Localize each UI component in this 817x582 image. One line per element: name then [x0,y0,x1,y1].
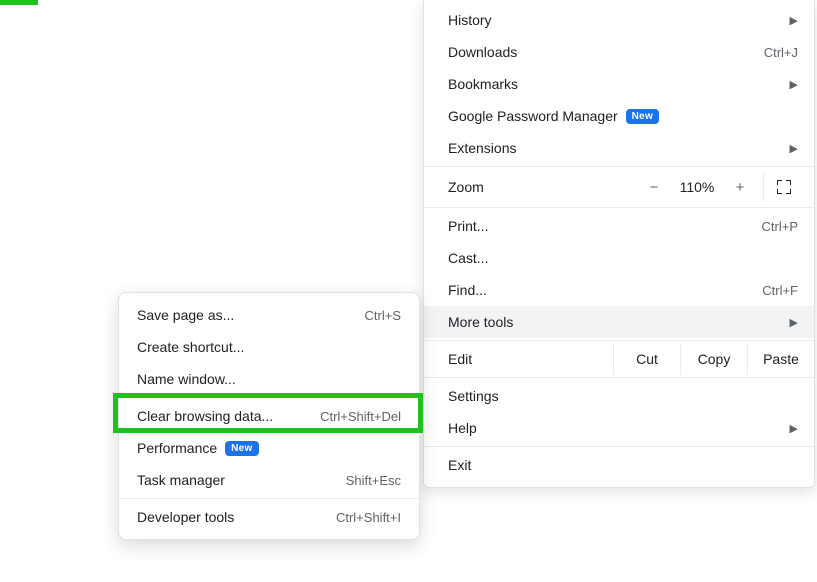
extensions-label: Extensions [448,140,516,156]
menu-separator [424,340,814,341]
edit-label: Edit [424,343,613,375]
zoom-controls: − 110% + [637,173,804,201]
submenu-item-clear-browsing-data[interactable]: Clear browsing data... Ctrl+Shift+Del [119,400,419,432]
submenu-item-name-window[interactable]: Name window... [119,363,419,395]
submenu-item-save-page[interactable]: Save page as... Ctrl+S [119,299,419,331]
copy-button[interactable]: Copy [680,343,747,375]
menu-item-extensions[interactable]: Extensions ▶ [424,132,814,164]
menu-item-bookmarks[interactable]: Bookmarks ▶ [424,68,814,100]
menu-separator [424,446,814,447]
menu-item-more-tools[interactable]: More tools ▶ [424,306,814,338]
downloads-label: Downloads [448,44,517,60]
help-label: Help [448,420,477,436]
more-tools-label: More tools [448,314,513,330]
submenu-arrow-icon: ▶ [790,14,798,27]
print-shortcut: Ctrl+P [762,219,798,234]
menu-separator [119,498,419,499]
find-label: Find... [448,282,487,298]
new-badge: New [225,441,258,456]
submenu-item-performance[interactable]: Performance New [119,432,419,464]
paste-button[interactable]: Paste [747,343,814,375]
fullscreen-icon [777,180,791,194]
zoom-value: 110% [671,179,723,195]
find-shortcut: Ctrl+F [762,283,798,298]
submenu-item-create-shortcut[interactable]: Create shortcut... [119,331,419,363]
clear-data-shortcut: Ctrl+Shift+Del [320,409,401,424]
menu-separator [424,207,814,208]
menu-item-edit: Edit Cut Copy Paste [424,343,814,375]
print-label: Print... [448,218,488,234]
menu-separator [424,377,814,378]
clear-data-label: Clear browsing data... [137,408,273,424]
menu-separator [119,397,419,398]
dev-tools-shortcut: Ctrl+Shift+I [336,510,401,525]
save-page-label: Save page as... [137,307,234,323]
minus-icon: − [650,179,659,196]
zoom-label: Zoom [448,179,637,195]
cast-label: Cast... [448,250,488,266]
cut-label: Cut [636,351,658,367]
bookmarks-label: Bookmarks [448,76,518,92]
submenu-arrow-icon: ▶ [790,142,798,155]
menu-item-find[interactable]: Find... Ctrl+F [424,274,814,306]
menu-separator [424,166,814,167]
history-label: History [448,12,492,28]
menu-item-settings[interactable]: Settings [424,380,814,412]
exit-label: Exit [448,457,471,473]
task-manager-shortcut: Shift+Esc [346,473,401,488]
settings-label: Settings [448,388,499,404]
menu-item-cast[interactable]: Cast... [424,242,814,274]
menu-item-help[interactable]: Help ▶ [424,412,814,444]
menu-item-history[interactable]: History ▶ [424,4,814,36]
gpm-label: Google Password Manager [448,108,618,124]
submenu-item-task-manager[interactable]: Task manager Shift+Esc [119,464,419,496]
submenu-arrow-icon: ▶ [790,78,798,91]
zoom-out-button[interactable]: − [637,173,671,201]
task-manager-label: Task manager [137,472,225,488]
plus-icon: + [736,179,745,196]
chrome-main-menu: History ▶ Downloads Ctrl+J Bookmarks ▶ G… [423,0,815,488]
menu-item-downloads[interactable]: Downloads Ctrl+J [424,36,814,68]
zoom-in-button[interactable]: + [723,173,757,201]
more-tools-submenu: Save page as... Ctrl+S Create shortcut..… [118,292,420,540]
name-window-label: Name window... [137,371,236,387]
cut-button[interactable]: Cut [613,343,680,375]
downloads-shortcut: Ctrl+J [764,45,798,60]
save-page-shortcut: Ctrl+S [365,308,401,323]
create-shortcut-label: Create shortcut... [137,339,244,355]
top-tab-fragment [0,0,38,5]
menu-item-zoom: Zoom − 110% + [424,169,814,205]
menu-item-print[interactable]: Print... Ctrl+P [424,210,814,242]
submenu-arrow-icon: ▶ [790,316,798,329]
performance-label: Performance [137,440,217,456]
submenu-arrow-icon: ▶ [790,422,798,435]
paste-label: Paste [763,351,799,367]
new-badge: New [626,109,659,124]
menu-item-exit[interactable]: Exit [424,449,814,481]
fullscreen-button[interactable] [763,173,804,201]
dev-tools-label: Developer tools [137,509,234,525]
menu-item-google-password-manager[interactable]: Google Password Manager New [424,100,814,132]
submenu-item-developer-tools[interactable]: Developer tools Ctrl+Shift+I [119,501,419,533]
copy-label: Copy [698,351,731,367]
